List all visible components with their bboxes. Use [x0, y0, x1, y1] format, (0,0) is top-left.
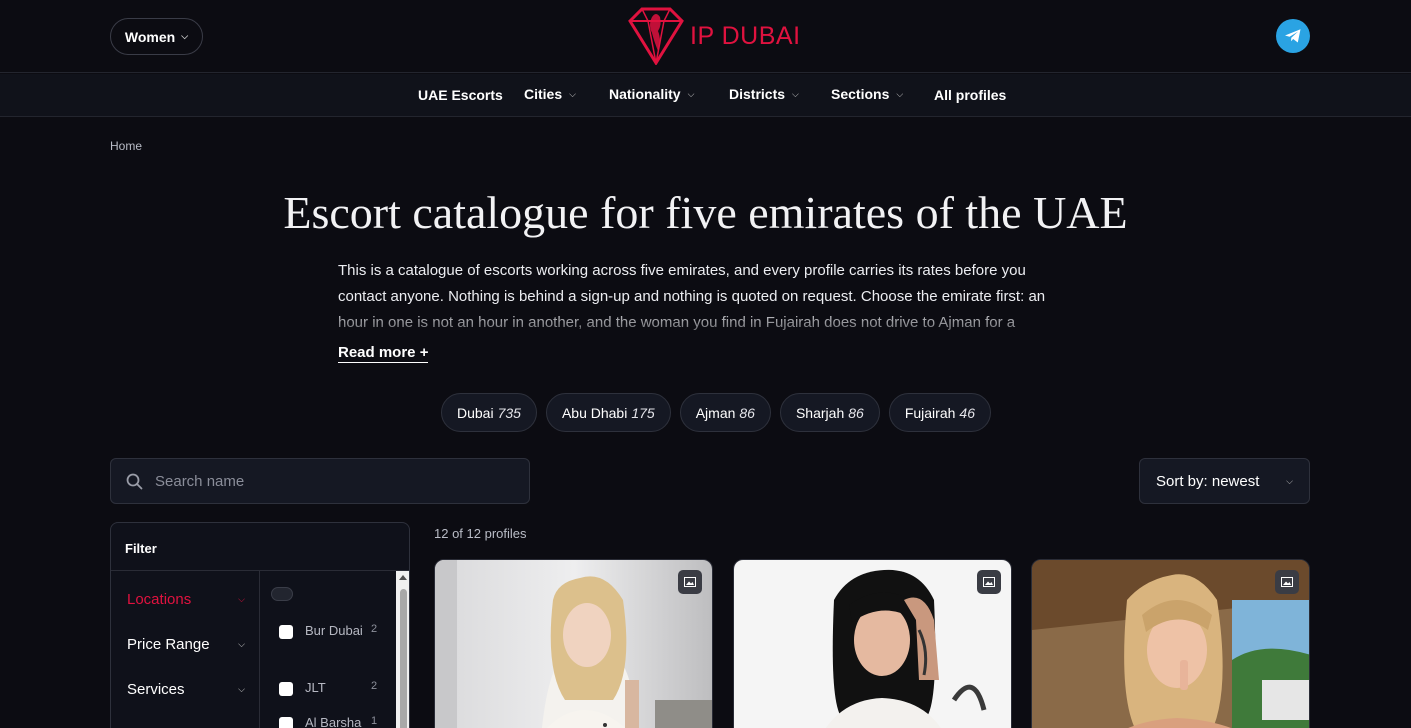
top-bar: Women ⌵ IP DUBAI	[0, 0, 1411, 73]
filter-category-price-range[interactable]: Price Range ⌵	[127, 636, 245, 653]
location-checkbox[interactable]	[279, 682, 293, 696]
nav-item-uae-escorts[interactable]: UAE Escorts	[418, 87, 503, 103]
search-input[interactable]	[155, 472, 515, 490]
location-name: Al Barsha	[305, 715, 362, 728]
city-name: Dubai	[457, 404, 494, 421]
city-count: 86	[739, 404, 755, 421]
chevron-down-icon: ⌵	[896, 88, 904, 99]
chevron-down-icon: ⌵	[569, 88, 576, 99]
nav-label: All profiles	[934, 87, 1007, 103]
city-chips: Dubai 735 Abu Dhabi 175 Ajman 86 Sharjah…	[441, 393, 991, 432]
breadcrumb-home[interactable]: Home	[110, 139, 142, 153]
chevron-down-icon: ⌵	[687, 88, 695, 99]
image-icon	[684, 577, 696, 587]
city-count: 175	[631, 404, 655, 421]
chevron-down-icon: ⌵	[238, 639, 245, 649]
chevron-down-icon: ⌵	[181, 31, 189, 41]
city-name: Ajman	[695, 404, 736, 421]
location-name: Bur Dubai	[305, 623, 363, 638]
city-count: 86	[848, 404, 864, 421]
filter-category-locations[interactable]: Locations ⌵	[127, 591, 245, 608]
nav-label: Districts	[729, 86, 786, 102]
profile-photo	[1032, 560, 1309, 728]
chevron-down-icon: ⌵	[792, 88, 799, 99]
city-chip-dubai[interactable]: Dubai 735	[441, 393, 537, 432]
nav-item-cities[interactable]: Cities ⌵	[524, 86, 576, 102]
profile-photo	[435, 560, 712, 728]
filter-scrollbar-thumb[interactable]	[400, 589, 407, 728]
profile-card[interactable]	[733, 559, 1012, 728]
city-count: 46	[959, 404, 975, 421]
filter-options: Bur Dubai 2 JLT 2 Al Barsha 1	[261, 571, 409, 728]
location-checkbox[interactable]	[279, 717, 293, 728]
nav-label: UAE Escorts	[418, 87, 503, 103]
image-icon	[983, 577, 995, 587]
nav-item-sections[interactable]: Sections ⌵	[831, 86, 903, 102]
profile-card[interactable]	[434, 559, 713, 728]
main-nav: UAE Escorts Cities ⌵ Nationality ⌵ Distr…	[0, 74, 1411, 117]
gallery-badge[interactable]	[977, 570, 1001, 594]
city-chip-fujairah[interactable]: Fujairah 46	[888, 393, 991, 432]
nav-item-all-profiles[interactable]: All profiles	[934, 87, 1006, 103]
chevron-down-icon: ⌵	[238, 594, 245, 604]
profile-card[interactable]	[1031, 559, 1310, 728]
location-option[interactable]: Bur Dubai 2	[279, 623, 377, 642]
search-icon	[126, 473, 143, 489]
profile-photo	[734, 560, 1011, 728]
filter-categories: Locations ⌵ Price Range ⌵ Services ⌵	[111, 571, 260, 728]
gallery-badge[interactable]	[1275, 570, 1299, 594]
gallery-badge[interactable]	[678, 570, 702, 594]
city-name: Fujairah	[904, 404, 956, 421]
scroll-up-arrow-icon[interactable]	[399, 575, 407, 580]
chevron-down-icon: ⌵	[238, 684, 245, 694]
nav-label: Cities	[524, 86, 563, 102]
page-title: Escort catalogue for five emirates of th…	[283, 187, 1128, 238]
location-count: 1	[371, 715, 378, 727]
sort-label: Sort by: newest	[1156, 472, 1260, 490]
location-option[interactable]: Al Barsha 1	[279, 715, 377, 728]
nav-label: Nationality	[609, 86, 681, 102]
location-name: JLT	[305, 680, 326, 695]
nav-item-nationality[interactable]: Nationality ⌵	[609, 86, 694, 102]
filter-category-label: Services	[127, 681, 185, 698]
read-more-link[interactable]: Read more +	[338, 344, 429, 363]
select-all-toggle[interactable]	[271, 587, 293, 601]
location-count: 2	[371, 623, 378, 635]
image-icon	[1281, 577, 1293, 587]
intro-fade-overlay	[338, 306, 1078, 338]
telegram-icon	[1285, 29, 1301, 43]
results-count: 12 of 12 profiles	[434, 526, 527, 541]
location-count: 2	[371, 680, 378, 692]
nav-item-districts[interactable]: Districts ⌵	[729, 86, 799, 102]
city-chip-ajman[interactable]: Ajman 86	[679, 393, 771, 432]
city-chip-abu-dhabi[interactable]: Abu Dhabi 175	[545, 393, 671, 432]
chevron-down-icon: ⌵	[1286, 475, 1293, 486]
gender-label: Women	[124, 28, 176, 45]
filter-panel: Filter Locations ⌵ Price Range ⌵ Service…	[110, 522, 410, 728]
location-checkbox[interactable]	[279, 625, 293, 639]
filter-title: Filter	[111, 523, 409, 571]
sort-select[interactable]: Sort by: newest ⌵	[1139, 458, 1310, 504]
location-option[interactable]: JLT 2	[279, 680, 377, 699]
site-logo[interactable]: IP DUBAI	[624, 6, 801, 66]
filter-category-label: Price Range	[127, 636, 210, 653]
diamond-logo-icon	[628, 7, 684, 65]
filter-category-services[interactable]: Services ⌵	[127, 681, 245, 698]
telegram-button[interactable]	[1276, 19, 1310, 53]
logo-text: IP DUBAI	[690, 21, 801, 50]
filter-category-label: Locations	[127, 591, 192, 608]
city-name: Sharjah	[795, 404, 845, 421]
search-box	[110, 458, 530, 504]
city-count: 735	[497, 404, 521, 421]
nav-label: Sections	[831, 86, 890, 102]
breadcrumb[interactable]: Home	[110, 139, 142, 153]
gender-select-button[interactable]: Women ⌵	[110, 18, 203, 55]
city-name: Abu Dhabi	[561, 404, 628, 421]
city-chip-sharjah[interactable]: Sharjah 86	[779, 393, 880, 432]
